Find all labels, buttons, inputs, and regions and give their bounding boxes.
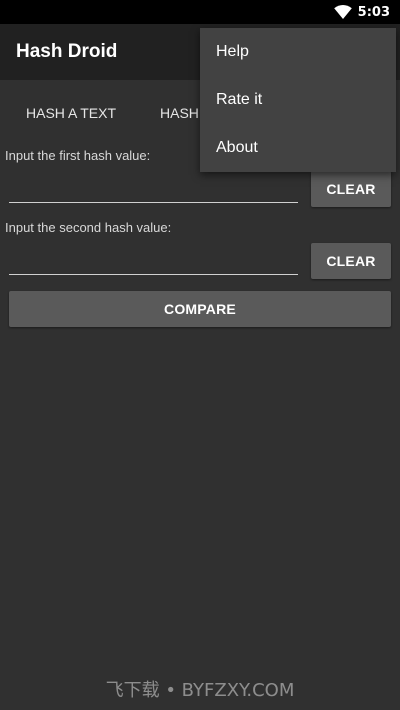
second-hash-label: Input the second hash value: bbox=[5, 220, 172, 235]
clear-second-button[interactable]: CLEAR bbox=[311, 243, 391, 279]
wifi-icon bbox=[333, 5, 352, 19]
status-icons: 5:03 bbox=[333, 0, 390, 24]
compare-button[interactable]: COMPARE bbox=[9, 291, 391, 327]
overflow-menu: Help Rate it About bbox=[200, 28, 396, 172]
app-title: Hash Droid bbox=[16, 41, 118, 62]
first-hash-input[interactable] bbox=[9, 176, 298, 203]
menu-item-help[interactable]: Help bbox=[200, 28, 396, 76]
menu-item-about[interactable]: About bbox=[200, 124, 396, 172]
watermark: 飞下载 • BYFZXY.COM bbox=[105, 680, 295, 701]
tab-hash-a-text[interactable]: HASH A TEXT bbox=[26, 80, 116, 146]
second-hash-input[interactable] bbox=[9, 248, 298, 275]
tab-hash[interactable]: HASH bbox=[160, 80, 199, 146]
screen: 5:03 Hash Droid HASH A TEXT HASH Input t… bbox=[0, 0, 400, 710]
first-hash-label: Input the first hash value: bbox=[5, 148, 151, 163]
menu-item-rate-it[interactable]: Rate it bbox=[200, 76, 396, 124]
clear-first-button[interactable]: CLEAR bbox=[311, 171, 391, 207]
status-bar: 5:03 bbox=[0, 0, 400, 24]
status-time: 5:03 bbox=[357, 4, 390, 20]
